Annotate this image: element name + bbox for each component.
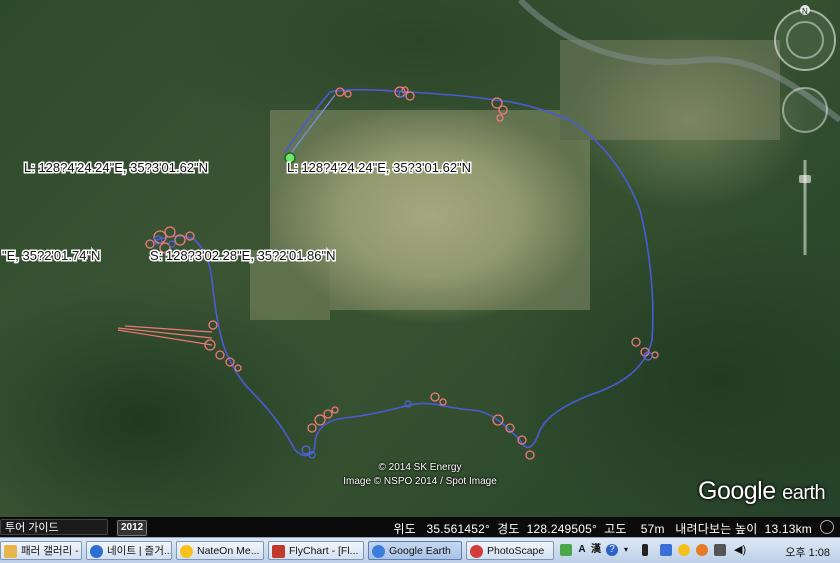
tour-guide-label: 투어 가이드 <box>5 522 59 534</box>
taskbar-item-gallery[interactable]: 패러 갤러리 - ... <box>0 541 82 560</box>
flychart-icon <box>272 545 285 558</box>
network-icon[interactable] <box>660 544 672 556</box>
google-earth-logo: Google earth <box>698 477 826 505</box>
launch-lines <box>117 325 213 346</box>
clock[interactable]: 오후 1:08 <box>785 544 830 560</box>
ime-alpha-toggle[interactable]: A <box>576 544 588 556</box>
help-icon[interactable]: ? <box>606 544 618 556</box>
ie-icon <box>90 545 103 558</box>
map-credit-line2: Image © NSPO 2014 / Spot Image <box>343 476 497 487</box>
monitor-tray-icon[interactable] <box>714 544 726 556</box>
streaming-indicator-icon <box>820 520 834 534</box>
compass-north-label: N <box>802 7 808 16</box>
system-tray: A 漢 ? ▾ ◀) 오후 1:08 <box>560 538 840 563</box>
nateon-icon <box>180 545 193 558</box>
windows-taskbar: 패러 갤러리 - ... 네이트 | 즐거... NateOn Me... Fl… <box>0 537 840 563</box>
folder-icon <box>4 545 17 558</box>
ime-hanja-button[interactable]: 漢 <box>590 544 602 556</box>
farmland-texture <box>250 40 780 320</box>
status-bar: 투어 가이드 2012 위도 35.561452° 경도 128.249505°… <box>0 517 840 537</box>
photoscape-icon <box>470 545 483 558</box>
nateon-tray-icon[interactable] <box>678 544 690 556</box>
taskbar-item-flychart[interactable]: FlyChart - [Fl... <box>268 541 364 560</box>
volume-icon[interactable]: ◀) <box>734 544 746 556</box>
tour-guide-button[interactable]: 투어 가이드 <box>0 519 108 535</box>
update-tray-icon[interactable] <box>696 544 708 556</box>
map-overlay: L: 128?4'24.24"E, 35?3'01.62"N L: 128?4'… <box>1 0 840 460</box>
placemark-label-a[interactable]: L: 128?4'24.24"E, 35?3'01.62"N <box>23 159 210 177</box>
options-arrow-icon[interactable]: ▾ <box>620 544 632 556</box>
taskbar-item-photoscape[interactable]: PhotoScape <box>466 541 554 560</box>
coordinates-readout: 위도 35.561452° 경도 128.249505° 고도 57m 내려다보… <box>393 522 812 536</box>
map-view[interactable]: L: 128?4'24.24"E, 35?3'01.62"N L: 128?4'… <box>0 0 840 517</box>
map-credit-line1: © 2014 SK Energy <box>378 462 462 473</box>
flag-icon[interactable] <box>642 544 648 556</box>
placemark-label-c[interactable]: "E, 35?2'01.74"N <box>1 247 102 265</box>
navigation-controls[interactable] <box>774 5 836 255</box>
taskbar-item-nateon[interactable]: NateOn Me... <box>176 541 264 560</box>
placemark-label-b[interactable]: L: 128?4'24.24"E, 35?3'01.62"N <box>286 159 473 177</box>
taskbar-item-nate[interactable]: 네이트 | 즐거... <box>86 541 172 560</box>
historical-imagery-year[interactable]: 2012 <box>117 520 148 536</box>
placemark-label-d[interactable]: S: 128?3'02.28"E, 35?2'01.86"N <box>149 247 338 265</box>
taskbar-item-google-earth[interactable]: Google Earth <box>368 541 462 560</box>
google-earth-icon <box>372 545 385 558</box>
language-bar-icon[interactable] <box>560 544 572 556</box>
